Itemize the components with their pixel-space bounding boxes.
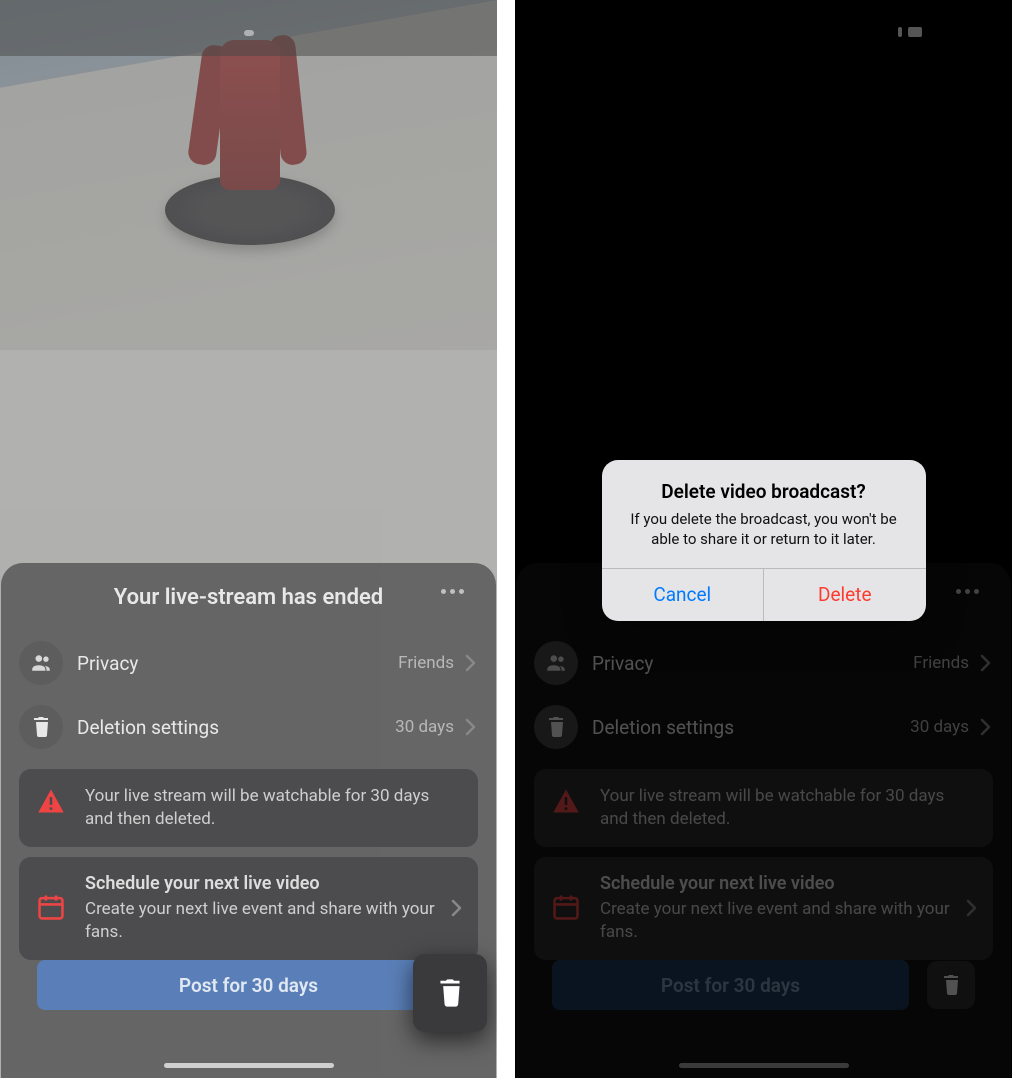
end-stream-sheet: Your live-stream has ended Privacy Frien… bbox=[516, 563, 1011, 1078]
deletion-settings-row[interactable]: Deletion settings 30 days bbox=[19, 695, 478, 759]
delete-button[interactable] bbox=[927, 961, 975, 1009]
trash-icon bbox=[534, 705, 578, 749]
deletion-label: Deletion settings bbox=[592, 716, 910, 739]
more-button[interactable] bbox=[435, 583, 470, 600]
people-icon bbox=[534, 641, 578, 685]
privacy-label: Privacy bbox=[77, 652, 398, 675]
schedule-next-card[interactable]: Schedule your next live video Create you… bbox=[534, 857, 993, 960]
chevron-right-icon bbox=[448, 898, 464, 918]
chevron-right-icon bbox=[977, 653, 993, 673]
left-screenshot: Your live-stream has ended Privacy Frien… bbox=[0, 0, 497, 1078]
home-indicator bbox=[679, 1063, 849, 1068]
schedule-subtitle: Create your next live event and share wi… bbox=[85, 898, 460, 944]
deletion-label: Deletion settings bbox=[77, 716, 395, 739]
status-bar bbox=[0, 0, 497, 56]
status-bar bbox=[515, 0, 1012, 56]
chevron-right-icon bbox=[977, 717, 993, 737]
cancel-button[interactable]: Cancel bbox=[602, 569, 764, 621]
delete-button[interactable] bbox=[413, 954, 487, 1032]
warning-icon bbox=[37, 787, 69, 819]
people-icon bbox=[19, 641, 63, 685]
privacy-row[interactable]: Privacy Friends bbox=[19, 631, 478, 695]
deletion-value: 30 days bbox=[910, 717, 969, 737]
calendar-icon bbox=[37, 893, 69, 925]
chevron-right-icon bbox=[462, 717, 478, 737]
confirm-delete-button[interactable]: Delete bbox=[763, 569, 926, 621]
retention-warning-text: Your live stream will be watchable for 3… bbox=[85, 785, 460, 831]
alert-title: Delete video broadcast? bbox=[620, 480, 908, 503]
sheet-title: Your live-stream has ended bbox=[114, 585, 383, 610]
schedule-subtitle: Create your next live event and share wi… bbox=[600, 898, 975, 944]
chevron-right-icon bbox=[462, 653, 478, 673]
privacy-value: Friends bbox=[398, 653, 454, 673]
retention-warning-card: Your live stream will be watchable for 3… bbox=[19, 769, 478, 847]
delete-confirm-alert: Delete video broadcast? If you delete th… bbox=[602, 460, 926, 621]
retention-warning-text: Your live stream will be watchable for 3… bbox=[600, 785, 975, 831]
privacy-value: Friends bbox=[913, 653, 969, 673]
home-indicator bbox=[164, 1063, 334, 1068]
alert-message: If you delete the broadcast, you won't b… bbox=[620, 509, 908, 550]
post-button[interactable]: Post for 30 days bbox=[552, 960, 909, 1010]
schedule-title: Schedule your next live video bbox=[600, 873, 975, 894]
post-button[interactable]: Post for 30 days bbox=[37, 960, 460, 1010]
right-screenshot: Your live-stream has ended Privacy Frien… bbox=[515, 0, 1012, 1078]
deletion-settings-row[interactable]: Deletion settings 30 days bbox=[534, 695, 993, 759]
trash-icon bbox=[19, 705, 63, 749]
more-button[interactable] bbox=[950, 583, 985, 600]
warning-icon bbox=[552, 787, 584, 819]
calendar-icon bbox=[552, 893, 584, 925]
deletion-value: 30 days bbox=[395, 717, 454, 737]
privacy-row[interactable]: Privacy Friends bbox=[534, 631, 993, 695]
schedule-next-card[interactable]: Schedule your next live video Create you… bbox=[19, 857, 478, 960]
privacy-label: Privacy bbox=[592, 652, 913, 675]
schedule-title: Schedule your next live video bbox=[85, 873, 460, 894]
chevron-right-icon bbox=[963, 898, 979, 918]
retention-warning-card: Your live stream will be watchable for 3… bbox=[534, 769, 993, 847]
